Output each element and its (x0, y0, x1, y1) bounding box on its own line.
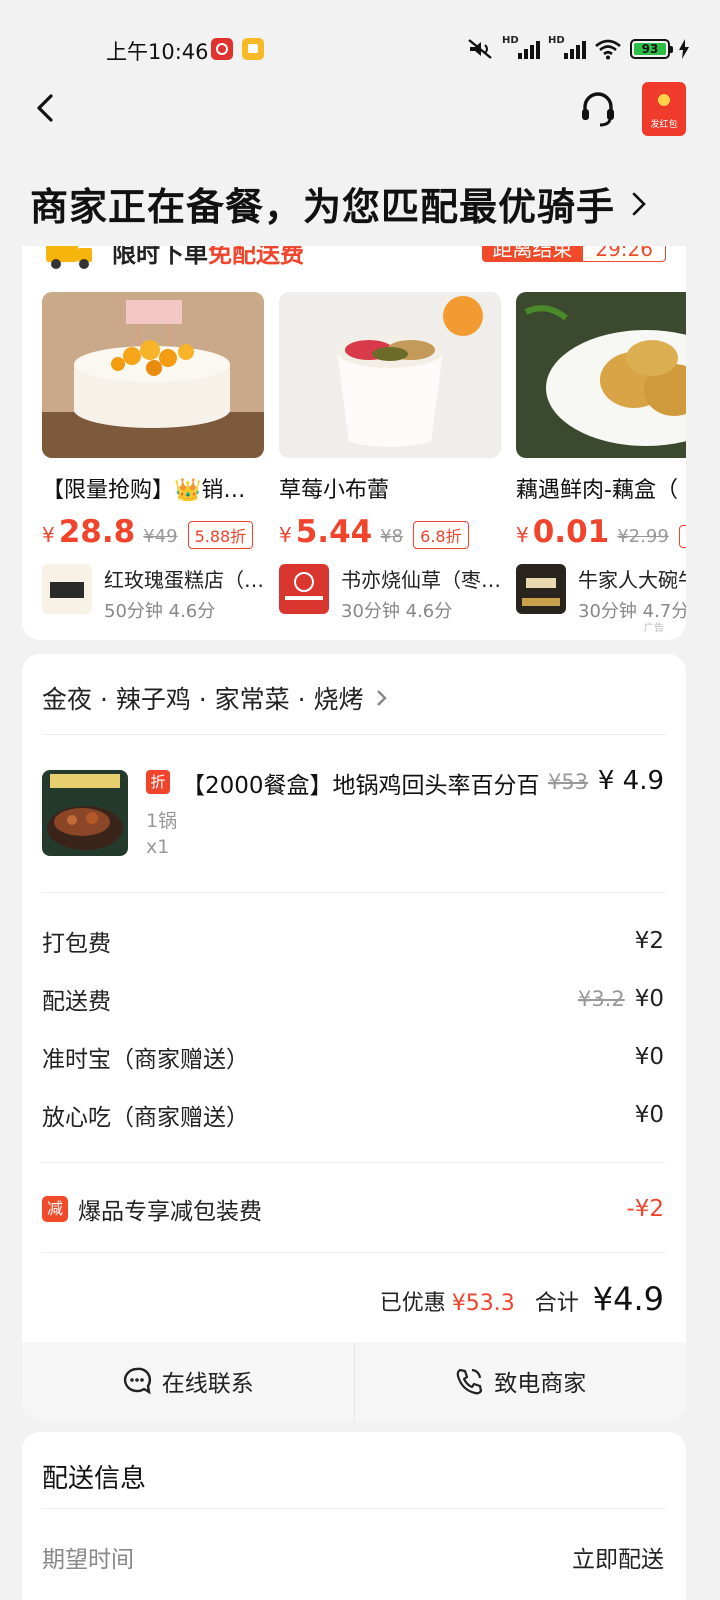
charging-icon (679, 39, 689, 59)
ad-tag: 广告 (644, 623, 664, 634)
status-bar: 上午10:46 HD HD 93 (0, 0, 720, 100)
shop-meta: 30分钟 4.6分 (341, 601, 453, 622)
delivery-info-card: 配送信息 期望时间 立即配送 (22, 1432, 686, 1600)
divider (42, 734, 666, 735)
discount-badge: 5.88折 (187, 521, 254, 549)
discount-tag: 折 (146, 770, 170, 794)
discount-badge: 0. (678, 525, 686, 548)
product-name: 藕遇鲜肉-藕盒（ (516, 478, 678, 503)
delivery-title: 配送信息 (42, 1464, 147, 1494)
divider (42, 892, 666, 893)
discount-row: 减爆品专享减包装费 -¥2 (42, 1192, 664, 1226)
shop-info: 牛家人大碗牛肉面 30分钟 4.7分 (516, 564, 686, 623)
mute-icon (468, 39, 492, 59)
promo-item[interactable]: 【限量抢购】👑销量第一 ¥28.8¥495.88折 红玫瑰蛋糕店（枣庄店） 50分… (42, 292, 264, 623)
order-status-headline[interactable]: 商家正在备餐，为您匹配最优骑手 (30, 176, 647, 231)
store-name-link[interactable]: 金夜 · 辣子鸡 · 家常菜 · 烧烤 (42, 680, 387, 716)
app-notification-icon (211, 38, 233, 60)
shop-logo (279, 564, 329, 614)
divider (42, 1162, 666, 1163)
send-red-packet-button[interactable]: 发红包 (642, 82, 686, 136)
product-name: 【限量抢购】👑销量第一 (42, 478, 264, 503)
shop-meta: 50分钟 4.6分 (104, 601, 216, 622)
price-row: ¥0.01¥2.990. (516, 514, 686, 550)
chevron-right-icon (632, 192, 646, 215)
dish-original-price: ¥53 (548, 770, 589, 794)
dish-name: 【2000餐盒】地锅鸡回头率百分百 (182, 773, 540, 799)
shop-info: 书亦烧仙草（枣庄店） 30分钟 4.6分 (279, 564, 501, 623)
divider (42, 1508, 666, 1509)
product-image (516, 292, 686, 458)
red-packet-label: 发红包 (650, 120, 678, 130)
product-image (279, 292, 501, 458)
fee-row: 配送费 ¥3.2 ¥0 (42, 986, 664, 1015)
fee-row: 打包费 ¥2 (42, 928, 664, 957)
shop-info: 红玫瑰蛋糕店（枣庄店） 50分钟 4.6分 (42, 564, 264, 623)
fee-row: 放心吃（商家赠送） ¥0 (42, 1102, 664, 1131)
system-status: HD HD 93 (466, 35, 690, 62)
dish-spec: 1锅 (146, 810, 178, 832)
shop-name: 书亦烧仙草（枣庄店） (341, 568, 501, 592)
discount-badge: 减 (42, 1196, 68, 1222)
dish-price: ¥ 4.9 (597, 766, 664, 796)
status-time: 上午10:46 (106, 40, 209, 64)
promo-item[interactable]: 草莓小布蕾 ¥5.44¥86.8折 书亦烧仙草（枣庄店） 30分钟 4.6分 (279, 292, 501, 623)
customer-service-icon[interactable] (578, 89, 618, 129)
fee-row: 准时宝（商家赠送） ¥0 (42, 1044, 664, 1073)
dish-image[interactable] (42, 770, 128, 856)
contact-actions: 在线联系 致电商家 (22, 1342, 686, 1420)
chat-bubble-icon (123, 1367, 151, 1395)
expected-time-row: 期望时间 立即配送 (42, 1547, 664, 1573)
product-image (42, 292, 264, 458)
store-name: 金夜 · 辣子鸡 · 家常菜 · 烧烤 (42, 685, 364, 714)
delivery-truck-icon (46, 246, 92, 269)
headline-text: 商家正在备餐，为您匹配最优骑手 (30, 185, 616, 229)
shop-name: 牛家人大碗牛肉面 (578, 568, 686, 592)
shop-logo (516, 564, 566, 614)
signal-2-icon: HD (548, 35, 586, 59)
order-total: 已优惠 ¥53.3 合计 ¥4.9 (379, 1280, 664, 1318)
promo-countdown: 距离结束 29:26 (482, 246, 666, 262)
dish-quantity: x1 (146, 836, 170, 858)
signal-1-icon: HD (502, 35, 540, 59)
order-card: 金夜 · 辣子鸡 · 家常菜 · 烧烤 折 【2000餐盒】地锅鸡回头率百分百 … (22, 654, 686, 1420)
discount-badge: 6.8折 (413, 521, 469, 549)
promo-item[interactable]: 藕遇鲜肉-藕盒（ ¥0.01¥2.990. 牛家人大碗牛肉面 30分钟 4.7分 (516, 292, 686, 623)
price-row: ¥28.8 ¥49 5.88折 (42, 514, 264, 550)
product-name: 草莓小布蕾 (279, 478, 390, 503)
message-notification-icon (242, 38, 264, 60)
promo-title: 限时下单免配送费 (112, 246, 304, 268)
online-chat-button[interactable]: 在线联系 (22, 1342, 354, 1420)
phone-icon (456, 1368, 483, 1395)
price-row: ¥5.44 ¥8 6.8折 (279, 514, 501, 550)
shop-name: 红玫瑰蛋糕店（枣庄店） (104, 568, 264, 592)
promo-card: 限时下单免配送费 距离结束 29:26 【限量抢购】👑销量第一 ¥28.8¥49… (22, 246, 686, 640)
shop-logo (42, 564, 92, 614)
divider (42, 1252, 666, 1253)
wifi-icon (595, 39, 621, 60)
shop-meta: 30分钟 4.7分 (578, 601, 686, 622)
back-arrow-icon[interactable] (30, 92, 62, 124)
battery-icon: 93 (630, 39, 673, 59)
chevron-right-icon (376, 690, 387, 706)
call-merchant-button[interactable]: 致电商家 (355, 1342, 687, 1420)
coin-icon (658, 94, 670, 106)
